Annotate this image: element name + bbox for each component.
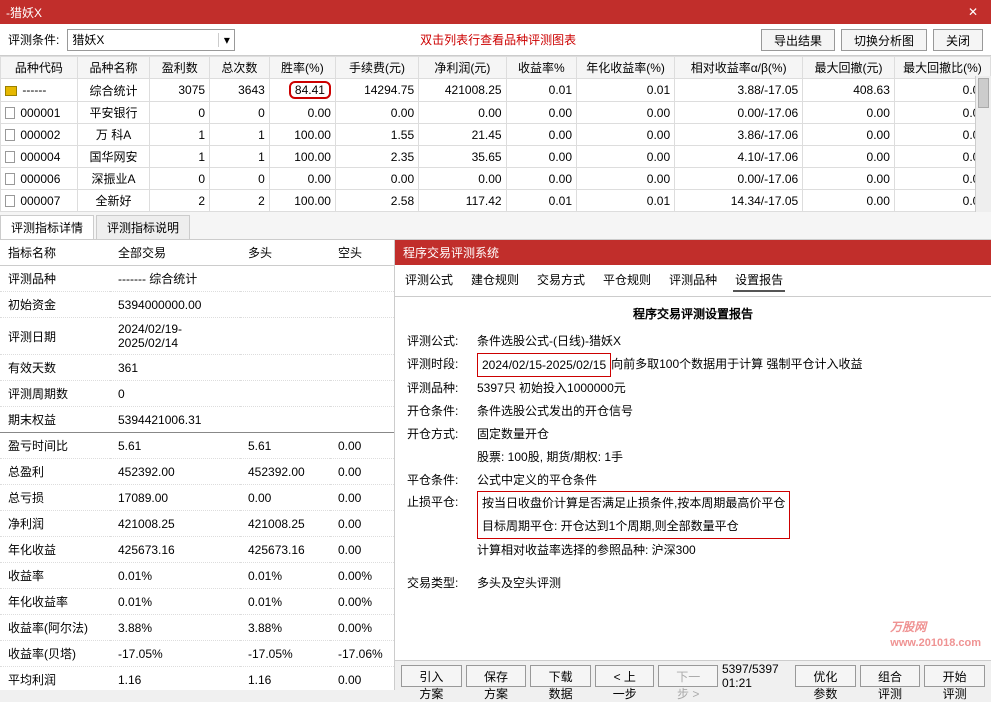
column-header[interactable]: 品种代码 xyxy=(1,57,78,79)
start-eval-button[interactable]: 开始评测 xyxy=(924,665,985,687)
file-icon xyxy=(5,195,15,207)
v-stop: 按当日收盘价计算是否满足止损条件,按本周期最高价平仓 目标周期平仓: 开仓达到1… xyxy=(477,491,790,539)
v-period: 2024/02/15-2025/02/15 xyxy=(477,353,611,378)
column-header[interactable]: 最大回撤(元) xyxy=(803,57,895,79)
inner-tab[interactable]: 平仓规则 xyxy=(601,269,653,292)
table-row[interactable]: 000008神州高铁11100.000.5223.480.000.004.03/… xyxy=(1,212,991,213)
next-button: 下一步 > xyxy=(658,665,717,687)
v-open: 条件选股公式发出的开仓信号 xyxy=(477,400,633,423)
k-period: 评测时段: xyxy=(407,353,477,378)
close-icon[interactable]: ✕ xyxy=(961,5,985,19)
k-open: 开仓条件: xyxy=(407,400,477,423)
metric-row: 评测周期数0 xyxy=(0,381,394,407)
k-stop: 止损平仓: xyxy=(407,491,477,539)
file-icon xyxy=(5,129,15,141)
download-button[interactable]: 下载数据 xyxy=(530,665,591,687)
col-short: 空头 xyxy=(330,240,394,266)
column-header[interactable]: 手续费(元) xyxy=(335,57,418,79)
condition-combo[interactable]: ▾ xyxy=(67,29,235,51)
inner-tab[interactable]: 建仓规则 xyxy=(469,269,521,292)
k-type: 交易类型: xyxy=(407,572,477,595)
metric-row: 净利润421008.25421008.250.00 xyxy=(0,511,394,537)
column-header[interactable]: 总次数 xyxy=(210,57,270,79)
optimize-button[interactable]: 优化参数 xyxy=(795,665,856,687)
column-header[interactable]: 品种名称 xyxy=(77,57,150,79)
metric-row: 盈亏时间比5.615.610.00 xyxy=(0,433,394,459)
metric-row: 总盈利452392.00452392.000.00 xyxy=(0,459,394,485)
prev-button[interactable]: < 上一步 xyxy=(595,665,654,687)
k-formula: 评测公式: xyxy=(407,330,477,353)
inner-tab[interactable]: 评测公式 xyxy=(403,269,455,292)
file-icon xyxy=(5,151,15,163)
metric-row: 年化收益率0.01%0.01%0.00% xyxy=(0,589,394,615)
inner-tab[interactable]: 设置报告 xyxy=(733,269,785,292)
save-button[interactable]: 保存方案 xyxy=(466,665,527,687)
v-openmode: 固定数量开仓 xyxy=(477,423,549,446)
condition-label: 评测条件: xyxy=(8,31,59,48)
col-all: 全部交易 xyxy=(110,240,240,266)
switch-chart-button[interactable]: 切换分析图 xyxy=(841,29,927,51)
file-icon xyxy=(5,173,15,185)
chevron-down-icon[interactable]: ▾ xyxy=(218,33,234,47)
window-title: -猎妖X xyxy=(6,4,961,21)
import-button[interactable]: 引入方案 xyxy=(401,665,462,687)
v-formula: 条件选股公式-(日线)-猎妖X xyxy=(477,330,621,353)
metric-row: 平均利润1.161.160.00 xyxy=(0,667,394,691)
vertical-scrollbar[interactable] xyxy=(975,76,991,212)
v-type: 多头及空头评测 xyxy=(477,572,561,595)
export-button[interactable]: 导出结果 xyxy=(761,29,835,51)
tab-detail[interactable]: 评测指标详情 xyxy=(0,215,94,239)
metric-row: 收益率(贝塔)-17.05%-17.05%-17.06% xyxy=(0,641,394,667)
table-row[interactable]: 000002万 科A11100.001.5521.450.000.003.86/… xyxy=(1,124,991,146)
col-name: 指标名称 xyxy=(0,240,110,266)
v-close: 公式中定义的平仓条件 xyxy=(477,469,597,492)
file-icon xyxy=(5,107,15,119)
progress-text: 5397/5397 01:21 xyxy=(722,662,787,690)
metric-row: 有效天数361 xyxy=(0,355,394,381)
table-row[interactable]: 000007全新好22100.002.58117.420.010.0114.34… xyxy=(1,190,991,212)
k-symbols: 评测品种: xyxy=(407,377,477,400)
tab-explain[interactable]: 评测指标说明 xyxy=(96,215,190,239)
table-row[interactable]: 000001平安银行000.000.000.000.000.000.00/-17… xyxy=(1,102,991,124)
inner-tab[interactable]: 交易方式 xyxy=(535,269,587,292)
close-button[interactable]: 关闭 xyxy=(933,29,983,51)
metric-row: 收益率0.01%0.01%0.00% xyxy=(0,563,394,589)
v-qty: 股票: 100股, 期货/期权: 1手 xyxy=(477,446,623,469)
metric-row: 期末权益5394421006.31 xyxy=(0,407,394,433)
combo-eval-button[interactable]: 组合评测 xyxy=(860,665,921,687)
table-row[interactable]: 000004国华网安11100.002.3535.650.000.004.10/… xyxy=(1,146,991,168)
metric-row: 初始资金5394000000.00 xyxy=(0,292,394,318)
v-period-tail: 向前多取100个数据用于计算 强制平仓计入收益 xyxy=(611,353,862,378)
column-header[interactable]: 盈利数 xyxy=(150,57,210,79)
hint-text: 双击列表行查看品种评测图表 xyxy=(241,31,755,48)
column-header[interactable]: 收益率% xyxy=(506,57,576,79)
k-close: 平仓条件: xyxy=(407,469,477,492)
metric-row: 总亏损17089.000.000.00 xyxy=(0,485,394,511)
metrics-table: 指标名称 全部交易 多头 空头 评测品种------- 综合统计初始资金5394… xyxy=(0,240,394,690)
k-openmode: 开仓方式: xyxy=(407,423,477,446)
table-row[interactable]: ------综合统计3075364384.4114294.75421008.25… xyxy=(1,79,991,102)
result-table: 品种代码品种名称盈利数总次数胜率(%)手续费(元)净利润(元)收益率%年化收益率… xyxy=(0,56,991,212)
v-ref: 计算相对收益率选择的参照品种: 沪深300 xyxy=(477,539,696,562)
metric-row: 评测日期2024/02/19-2025/02/14 xyxy=(0,318,394,355)
condition-input[interactable] xyxy=(68,30,218,50)
report-title: 程序交易评测设置报告 xyxy=(407,303,979,326)
inner-tab[interactable]: 评测品种 xyxy=(667,269,719,292)
column-header[interactable]: 净利润(元) xyxy=(419,57,506,79)
col-long: 多头 xyxy=(240,240,330,266)
folder-icon xyxy=(5,86,17,96)
metric-row: 收益率(阿尔法)3.88%3.88%0.00% xyxy=(0,615,394,641)
column-header[interactable]: 相对收益率α/β(%) xyxy=(675,57,803,79)
column-header[interactable]: 胜率(%) xyxy=(269,57,335,79)
column-header[interactable]: 年化收益率(%) xyxy=(577,57,675,79)
metric-row: 年化收益425673.16425673.160.00 xyxy=(0,537,394,563)
v-symbols: 5397只 初始投入1000000元 xyxy=(477,377,626,400)
table-row[interactable]: 000006深振业A000.000.000.000.000.000.00/-17… xyxy=(1,168,991,190)
metric-row: 评测品种------- 综合统计 xyxy=(0,266,394,292)
system-header: 程序交易评测系统 xyxy=(395,240,991,265)
